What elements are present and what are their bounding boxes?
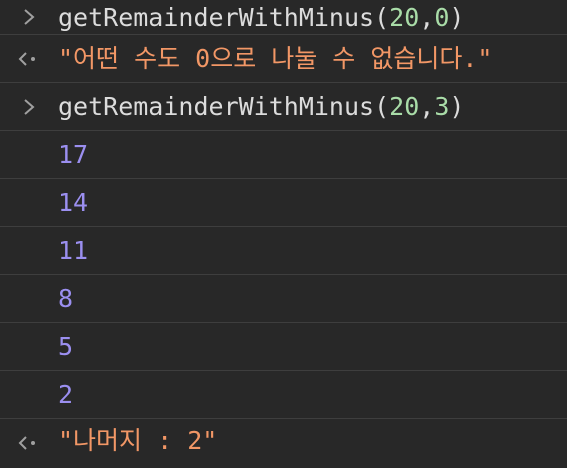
console-result-row: "어떤 수도 0으로 나눌 수 없습니다.": [0, 35, 567, 83]
comma: ,: [419, 3, 435, 32]
return-arrow-icon: [16, 35, 42, 82]
console-log-row: 2: [0, 371, 567, 419]
log-number: 14: [58, 188, 89, 217]
function-name: getRemainderWithMinus: [58, 3, 375, 32]
comma: ,: [419, 92, 435, 121]
log-number: 11: [58, 236, 89, 265]
console-log-row: 8: [0, 275, 567, 323]
return-arrow-icon: [16, 419, 42, 466]
open-paren: (: [374, 92, 390, 121]
log-number: 2: [58, 380, 74, 409]
log-number: 5: [58, 332, 74, 361]
console-result-row: "나머지 : 2": [0, 419, 567, 466]
console-input-row[interactable]: getRemainderWithMinus(20,0): [0, 0, 567, 35]
argument-1: 20: [389, 92, 420, 121]
console-log-row: 17: [0, 131, 567, 179]
chevron-right-icon: [16, 83, 42, 130]
log-number: 17: [58, 140, 89, 169]
close-paren: ): [449, 92, 465, 121]
argument-2: 0: [434, 3, 450, 32]
console-log-row: 5: [0, 323, 567, 371]
console-input-code: getRemainderWithMinus(20,3): [58, 83, 465, 130]
console-log-row: 14: [0, 179, 567, 227]
open-paren: (: [374, 3, 390, 32]
devtools-console: getRemainderWithMinus(20,0) "어떤 수도 0으로 나…: [0, 0, 567, 468]
result-string: "나머지 : 2": [58, 426, 218, 455]
log-number: 8: [58, 284, 74, 313]
console-input-code: getRemainderWithMinus(20,0): [58, 0, 465, 34]
console-input-row[interactable]: getRemainderWithMinus(20,3): [0, 83, 567, 131]
close-paren: ): [449, 3, 465, 32]
argument-1: 20: [389, 3, 420, 32]
function-name: getRemainderWithMinus: [58, 92, 375, 121]
result-string: "어떤 수도 0으로 나눌 수 없습니다.": [58, 44, 493, 73]
chevron-right-icon: [16, 0, 42, 34]
argument-2: 3: [434, 92, 450, 121]
console-log-row: 11: [0, 227, 567, 275]
